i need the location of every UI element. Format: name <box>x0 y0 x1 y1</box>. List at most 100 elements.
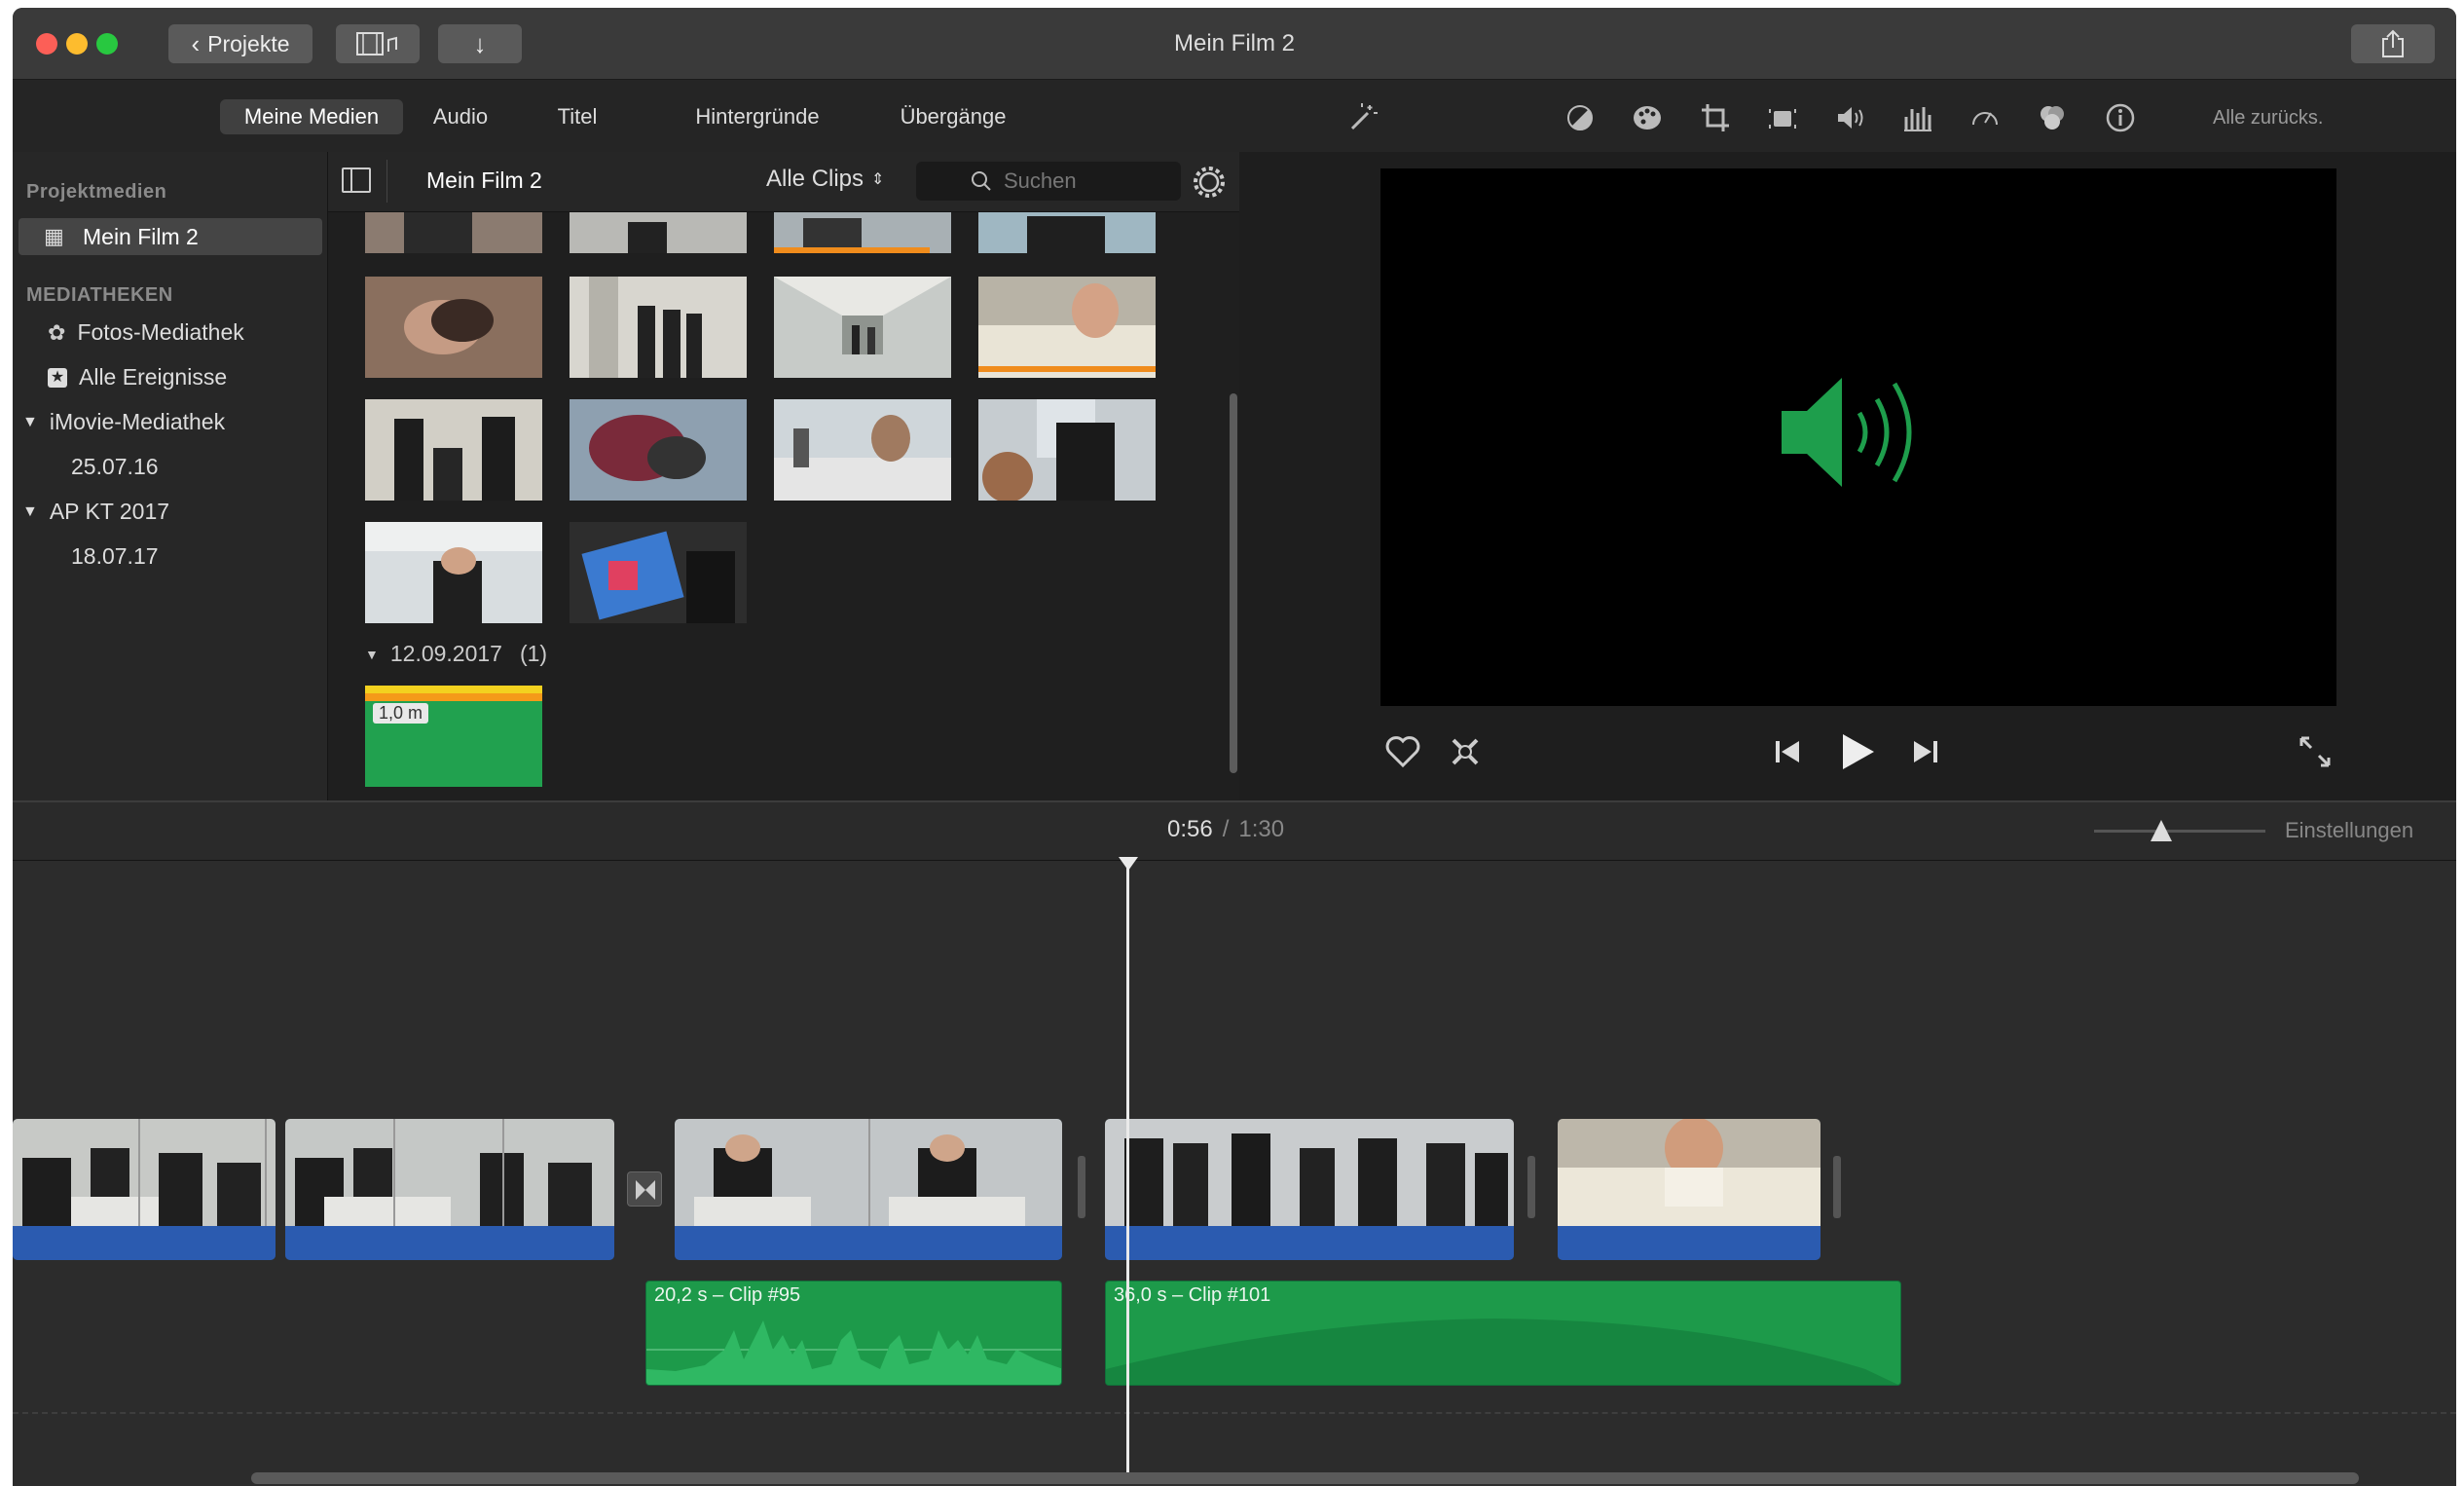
tab-transitions[interactable]: Übergänge <box>865 99 1041 134</box>
sidebar-item-project[interactable]: ▦ Mein Film 2 <box>18 218 322 255</box>
media-thumbnail[interactable] <box>774 212 951 253</box>
music-audio-clip[interactable]: 20,2 s – Clip #95 <box>645 1281 1062 1386</box>
skip-forward-icon[interactable] <box>1908 734 1943 769</box>
date-group-date: 12.09.2017 <box>389 641 502 666</box>
media-thumbnail[interactable] <box>365 399 542 501</box>
color-balance-icon[interactable] <box>1563 101 1597 134</box>
media-thumbnail[interactable] <box>774 399 951 501</box>
clip-filter-icon[interactable] <box>2036 101 2069 134</box>
clip-filter-select[interactable]: Alle Clips ⇕ <box>766 166 884 193</box>
photos-flower-icon: ✿ <box>48 319 66 345</box>
sidebar-item-photos-library[interactable]: ✿ Fotos-Mediathek <box>48 319 244 346</box>
video-clip[interactable] <box>285 1119 614 1260</box>
sidebar-item-all-events[interactable]: ★ Alle Ereignisse <box>48 364 227 390</box>
music-audio-clip[interactable]: 36,0 s – Clip #101 <box>1105 1281 1901 1386</box>
volume-icon[interactable] <box>1834 101 1867 134</box>
clip-gap-handle[interactable] <box>1833 1156 1841 1218</box>
media-thumbnail[interactable] <box>365 522 542 623</box>
media-thumbnail[interactable] <box>570 522 747 623</box>
share-button[interactable] <box>2351 24 2435 63</box>
clip-gap-handle[interactable] <box>1078 1156 1085 1218</box>
updown-chevron-icon: ⇕ <box>871 171 885 188</box>
tab-backgrounds[interactable]: Hintergründe <box>655 99 860 134</box>
tab-titles[interactable]: Titel <box>538 99 616 134</box>
audio-clip-duration: 1,0 m <box>373 703 429 724</box>
sidebar-item-event-180717[interactable]: 18.07.17 <box>71 543 159 570</box>
color-correction-icon[interactable] <box>1631 101 1664 134</box>
video-clip[interactable] <box>1105 1119 1514 1260</box>
equalizer-icon[interactable] <box>1901 101 1934 134</box>
media-thumbnail[interactable] <box>978 277 1156 378</box>
volume-envelope <box>1106 1319 1898 1385</box>
speed-icon[interactable] <box>1968 101 2002 134</box>
video-clip[interactable] <box>675 1119 1062 1260</box>
import-button[interactable]: ↓ <box>438 24 522 63</box>
sidebar-item-imovie-library[interactable]: ▼ iMovie-Mediathek <box>22 409 225 435</box>
viewer-panel <box>1239 152 2456 800</box>
timecode-separator: / <box>1222 816 1230 842</box>
playhead-handle[interactable] <box>1119 857 1138 871</box>
sidebar-toggle-icon[interactable] <box>342 167 371 193</box>
info-icon[interactable] <box>2104 101 2137 134</box>
media-thumbnail[interactable] <box>570 277 747 378</box>
sidebar-item-label: Alle Ereignisse <box>79 364 228 390</box>
media-thumbnail[interactable] <box>978 212 1156 253</box>
tab-audio[interactable]: Audio <box>417 99 504 134</box>
timecode-current: 0:56 <box>1167 816 1213 842</box>
media-thumbnail[interactable] <box>570 212 747 253</box>
project-media-heading: Projektmedien <box>26 181 167 203</box>
sidebar-item-label: 25.07.16 <box>71 454 159 479</box>
search-icon <box>972 171 991 191</box>
disclosure-triangle-icon[interactable]: ▼ <box>22 414 38 431</box>
magic-wand-icon[interactable] <box>1346 101 1379 134</box>
timeline-settings-button[interactable]: Einstellungen <box>2285 818 2413 843</box>
search-field[interactable]: Suchen <box>916 162 1181 201</box>
clip-gap-handle[interactable] <box>1527 1156 1535 1218</box>
favorite-heart-icon[interactable] <box>1383 732 1422 771</box>
video-clip[interactable] <box>1558 1119 1820 1260</box>
stabilization-camera-icon[interactable] <box>1766 101 1799 134</box>
libraries-heading: MEDIATHEKEN <box>26 284 173 306</box>
tab-my-media[interactable]: Meine Medien <box>220 99 403 134</box>
close-window-button[interactable] <box>36 33 57 55</box>
fullscreen-expand-icon[interactable] <box>2298 734 2333 769</box>
browser-settings-gear-icon[interactable] <box>1193 166 1226 199</box>
timecode-display: 0:56 / 1:30 <box>1167 816 1284 843</box>
transition-icon[interactable] <box>627 1171 662 1207</box>
audio-clip-thumbnail[interactable]: 1,0 m <box>365 686 542 787</box>
viewer-toolbar: Alle zurücks. <box>1239 80 2456 152</box>
minimize-window-button[interactable] <box>66 33 88 55</box>
media-thumbnail[interactable] <box>570 399 747 501</box>
zoom-slider-thumb[interactable] <box>2151 820 2172 841</box>
sidebar-item-label: 18.07.17 <box>71 543 159 569</box>
sidebar-item-event-250716[interactable]: 25.07.16 <box>71 454 159 480</box>
audio-waveform <box>285 1226 614 1260</box>
chevron-left-icon: ‹ <box>191 28 201 58</box>
sidebar-item-ap-kt-2017[interactable]: ▼ AP KT 2017 <box>22 499 169 525</box>
browser-scrollbar[interactable] <box>1230 393 1237 773</box>
media-import-toggle-button[interactable] <box>336 24 420 63</box>
crop-icon[interactable] <box>1699 101 1732 134</box>
skip-back-icon[interactable] <box>1770 734 1805 769</box>
media-thumbnail[interactable] <box>774 277 951 378</box>
sidebar-item-label: AP KT 2017 <box>49 499 170 524</box>
playhead[interactable] <box>1126 859 1129 1472</box>
media-thumbnail[interactable] <box>978 399 1156 501</box>
reset-all-button[interactable]: Alle zurücks. <box>2213 107 2323 130</box>
clapperboard-icon: ▦ <box>44 224 64 248</box>
video-clip[interactable] <box>13 1119 276 1260</box>
disclosure-triangle-icon[interactable]: ▼ <box>22 503 38 521</box>
sidebar-item-label: Fotos-Mediathek <box>77 319 244 345</box>
media-thumbnail[interactable] <box>365 212 542 253</box>
reject-x-icon[interactable] <box>1446 732 1485 771</box>
date-group-header[interactable]: ▼ 12.09.2017 (1) <box>365 641 547 667</box>
timeline-scrollbar[interactable] <box>251 1472 2359 1484</box>
projects-button[interactable]: ‹ Projekte <box>168 24 313 63</box>
zoom-window-button[interactable] <box>96 33 118 55</box>
media-tabs-bar: Meine Medien Audio Titel Hintergründe Üb… <box>13 80 1239 152</box>
play-icon[interactable] <box>1835 730 1878 773</box>
audio-waveform <box>675 1226 1062 1260</box>
zoom-slider-track[interactable] <box>2094 830 2265 833</box>
media-thumbnail[interactable] <box>365 277 542 378</box>
timeline-divider <box>13 1412 2456 1414</box>
